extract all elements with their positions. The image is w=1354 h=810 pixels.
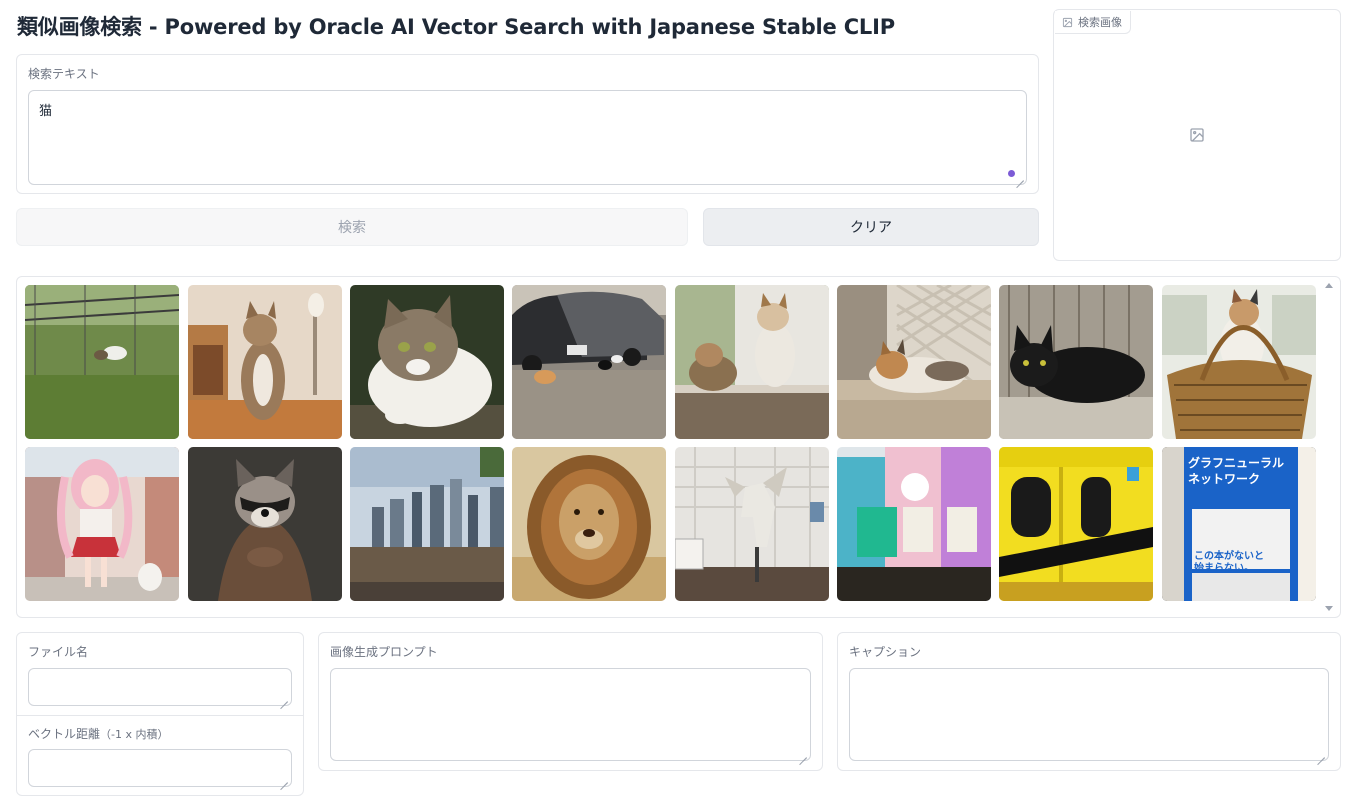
- distance-label: ベクトル距離（-1 x 内積）: [28, 725, 169, 742]
- gallery-image-robot-statue[interactable]: [675, 447, 829, 601]
- search-button[interactable]: 検索: [16, 208, 688, 246]
- distance-label-text: ベクトル距離: [28, 727, 101, 741]
- gallery-image-lion[interactable]: [512, 447, 666, 601]
- clear-button[interactable]: クリア: [703, 208, 1039, 246]
- status-dot: [1008, 170, 1015, 177]
- distance-field[interactable]: [28, 749, 292, 787]
- search-text-label: 検索テキスト: [28, 67, 100, 81]
- caption-label: キャプション: [849, 645, 922, 659]
- field-divider: [17, 715, 303, 716]
- search-image-tag: 検索画像: [1055, 11, 1131, 34]
- scroll-down-arrow-icon[interactable]: [1325, 606, 1333, 611]
- gallery-image-manga-posters[interactable]: [837, 447, 991, 601]
- gallery-image-cat-grass[interactable]: [25, 285, 179, 439]
- prompt-field[interactable]: [330, 668, 811, 761]
- caption-resize-handle[interactable]: [1316, 749, 1325, 758]
- gallery-image-anime-girl-cat[interactable]: [25, 447, 179, 601]
- book-tagline-1: この本がないと: [1194, 549, 1264, 562]
- gallery-image-yellow-train[interactable]: [999, 447, 1153, 601]
- gallery-image-cat-closeup[interactable]: [350, 285, 504, 439]
- gallery-image-kittens-window[interactable]: [675, 285, 829, 439]
- prompt-panel: 画像生成プロンプト: [318, 632, 823, 771]
- image-upload-icon: [1190, 128, 1204, 142]
- gallery-image-raccoon[interactable]: [188, 447, 342, 601]
- distance-resize-handle[interactable]: [279, 774, 288, 783]
- book-tagline-2: 始まらない。: [1194, 561, 1254, 574]
- scroll-up-arrow-icon[interactable]: [1325, 283, 1333, 288]
- filename-resize-handle[interactable]: [279, 693, 288, 702]
- book-title-2: ネットワーク: [1188, 472, 1260, 486]
- search-text-input[interactable]: 猫: [28, 90, 1027, 185]
- search-text-panel: 検索テキスト 猫: [16, 54, 1039, 194]
- gallery-image-cats-cars[interactable]: [512, 285, 666, 439]
- filename-label: ファイル名: [28, 645, 89, 659]
- caption-field[interactable]: [849, 668, 1329, 761]
- distance-label-suffix: （-1 x 内積）: [100, 728, 169, 741]
- gallery-image-black-cat[interactable]: [999, 285, 1153, 439]
- gallery-scrollbar[interactable]: [1322, 280, 1336, 614]
- gallery-image-cat-lattice[interactable]: [837, 285, 991, 439]
- gallery-image-city-skyline[interactable]: [350, 447, 504, 601]
- file-info-panel: ファイル名 ベクトル距離（-1 x 内積）: [16, 632, 304, 796]
- search-image-label: 検索画像: [1078, 16, 1122, 29]
- gallery-image-kitten-basket[interactable]: [1162, 285, 1316, 439]
- filename-field[interactable]: [28, 668, 292, 706]
- resize-handle[interactable]: [1015, 172, 1024, 181]
- prompt-label: 画像生成プロンプト: [330, 645, 438, 659]
- image-icon: [1062, 17, 1073, 27]
- caption-panel: キャプション: [837, 632, 1341, 771]
- book-title-1: グラフニューラル: [1188, 455, 1284, 470]
- gallery-image-cat-room[interactable]: [188, 285, 342, 439]
- page-title: 類似画像検索 - Powered by Oracle AI Vector Sea…: [17, 15, 895, 39]
- prompt-resize-handle[interactable]: [798, 749, 807, 758]
- gallery-image-book-cover[interactable]: グラフニューラル ネットワークこの本がないと 始まらない。: [1162, 447, 1316, 601]
